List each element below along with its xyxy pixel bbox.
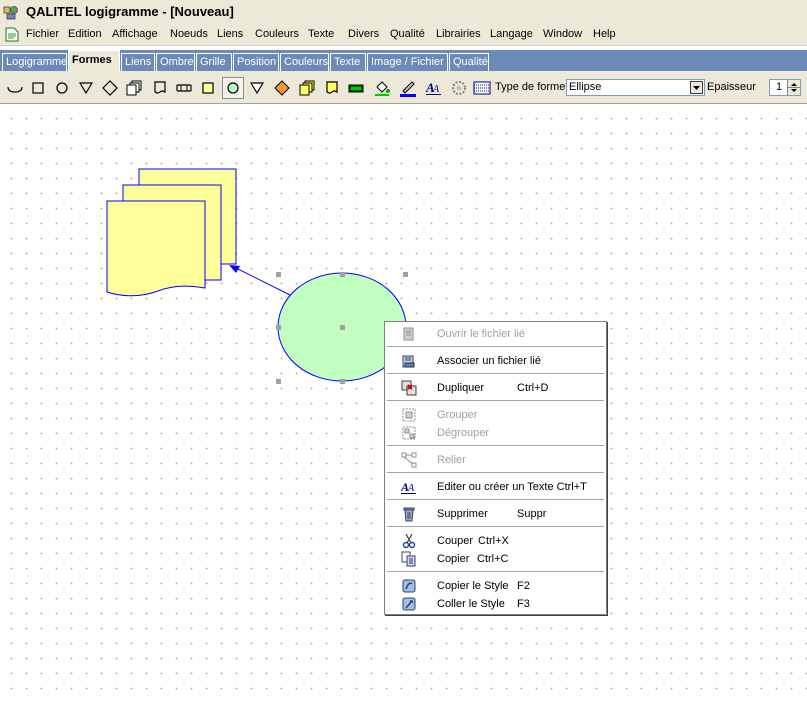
menu-separator: [387, 346, 604, 347]
square-shape-icon[interactable]: [199, 79, 217, 97]
menu-item-dupliquer[interactable]: Dupliquer Ctrl+D: [385, 379, 606, 397]
menu-separator: [387, 499, 604, 500]
menu-window[interactable]: Window: [543, 28, 582, 40]
shape-type-select[interactable]: Ellipse: [566, 79, 705, 96]
document-icon[interactable]: [5, 27, 19, 42]
pen-icon[interactable]: [399, 79, 417, 97]
menu-separator: [387, 472, 604, 473]
menu-bar: Fichier Edition Affichage Noeuds Liens C…: [0, 24, 807, 46]
yellow-stack-icon[interactable]: [298, 79, 316, 97]
tab-position[interactable]: Position: [233, 53, 279, 71]
thickness-value: 1: [776, 81, 783, 93]
thickness-label: Epaisseur: [707, 81, 756, 93]
shape-type-label: Type de forme: [495, 81, 566, 93]
battery-icon[interactable]: [347, 79, 365, 97]
menu-separator: [387, 571, 604, 572]
menu-item-editer-texte[interactable]: AA Editer ou créer un Texte Ctrl+T: [385, 478, 606, 496]
menu-affichage[interactable]: Affichage: [112, 28, 158, 40]
menu-fichier[interactable]: Fichier: [26, 28, 59, 40]
triangle-down-shape-icon[interactable]: [77, 79, 95, 97]
tab-logigramme[interactable]: Logigramme: [2, 53, 67, 71]
chevron-down-icon[interactable]: [690, 81, 703, 94]
menu-item-copier-style[interactable]: Copier le Style F2: [385, 577, 606, 595]
tab-qualite[interactable]: Qualité: [449, 53, 489, 71]
tab-couleurs[interactable]: Couleurs: [280, 53, 329, 71]
menu-qualite[interactable]: Qualité: [390, 28, 425, 40]
menu-liens[interactable]: Liens: [217, 28, 243, 40]
duplicate-icon: [401, 380, 417, 396]
edit-text-icon: AA: [401, 480, 416, 494]
svg-text:A: A: [432, 84, 440, 95]
menu-separator: [387, 526, 604, 527]
ungroup-icon: [402, 426, 416, 440]
menu-item-supprimer[interactable]: Supprimer Suppr: [385, 505, 606, 523]
app-icon: [3, 6, 18, 20]
terminal-shape-icon[interactable]: [175, 79, 193, 97]
window-title: QALITEL logigramme - [Nouveau]: [26, 4, 234, 19]
connect-icon: [401, 452, 417, 468]
thickness-spinner[interactable]: 1: [769, 79, 801, 96]
tab-liens[interactable]: Liens: [121, 53, 155, 71]
fill-bucket-icon[interactable]: [373, 79, 391, 97]
group-icon: [402, 408, 416, 422]
tab-strip: Logigramme Formes Liens Ombre Grille Pos…: [0, 50, 807, 71]
tab-image-fichier[interactable]: Image / Fichier: [367, 53, 448, 71]
title-bar: QALITEL logigramme - [Nouveau]: [0, 0, 807, 24]
spinner-arrows-icon[interactable]: [787, 80, 800, 95]
link-file-icon: [402, 355, 415, 368]
rectangle-shape-icon[interactable]: [29, 79, 47, 97]
menu-divers[interactable]: Divers: [348, 28, 379, 40]
multi-document-shape[interactable]: [106, 168, 237, 297]
menu-couleurs[interactable]: Couleurs: [255, 28, 299, 40]
tab-grille[interactable]: Grille: [196, 53, 232, 71]
tab-texte[interactable]: Texte: [330, 53, 366, 71]
menu-item-ouvrir-fichier[interactable]: Ouvrir le fichier lié: [385, 325, 606, 343]
menu-help[interactable]: Help: [593, 28, 616, 40]
yellow-document-icon[interactable]: [323, 79, 341, 97]
cut-icon: [402, 533, 416, 549]
menu-item-degrouper[interactable]: Dégrouper: [385, 424, 606, 442]
ellipse-shape-icon[interactable]: [222, 77, 244, 99]
menu-noeuds[interactable]: Noeuds: [170, 28, 208, 40]
diamond-shape-icon[interactable]: [101, 79, 119, 97]
gear-icon[interactable]: [450, 79, 468, 97]
menu-texte[interactable]: Texte: [308, 28, 334, 40]
document-shape-icon[interactable]: [151, 79, 169, 97]
arc-shape-icon[interactable]: [6, 79, 24, 97]
menu-separator: [387, 373, 604, 374]
shape-toolbar: AA Type de forme Ellipse Epaisseur 1: [0, 71, 807, 104]
menu-langage[interactable]: Langage: [490, 28, 533, 40]
context-menu: Ouvrir le fichier lié Associer un fichie…: [384, 321, 607, 615]
menu-item-coller-style[interactable]: Coller le Style F3: [385, 595, 606, 613]
svg-text:A: A: [407, 483, 415, 494]
delete-icon: [403, 507, 415, 522]
orange-diamond-icon[interactable]: [273, 79, 291, 97]
pattern-icon[interactable]: [473, 79, 491, 97]
menu-edition[interactable]: Edition: [68, 28, 102, 40]
menu-librairies[interactable]: Librairies: [436, 28, 481, 40]
tab-formes[interactable]: Formes: [68, 50, 120, 71]
tab-ombre[interactable]: Ombre: [156, 53, 195, 71]
paste-style-icon: [402, 597, 416, 611]
menu-item-grouper[interactable]: Grouper: [385, 406, 606, 424]
menu-item-associer-fichier[interactable]: Associer un fichier lié: [385, 352, 606, 370]
menu-separator: [387, 445, 604, 446]
shape-type-value: Ellipse: [569, 81, 602, 93]
menu-item-copier[interactable]: Copier Ctrl+C: [385, 550, 606, 568]
circle-shape-icon[interactable]: [53, 79, 71, 97]
menu-item-relier[interactable]: Relier: [385, 451, 606, 469]
menu-item-couper[interactable]: Couper Ctrl+X: [385, 532, 606, 550]
arrow-link[interactable]: [229, 265, 291, 296]
menu-separator: [387, 400, 604, 401]
open-file-icon: [403, 327, 414, 341]
stack-shape-icon[interactable]: [125, 79, 143, 97]
copy-style-icon: [402, 579, 416, 593]
funnel-shape-icon[interactable]: [248, 79, 266, 97]
copy-icon: [401, 551, 416, 567]
text-style-icon[interactable]: AA: [425, 79, 443, 97]
